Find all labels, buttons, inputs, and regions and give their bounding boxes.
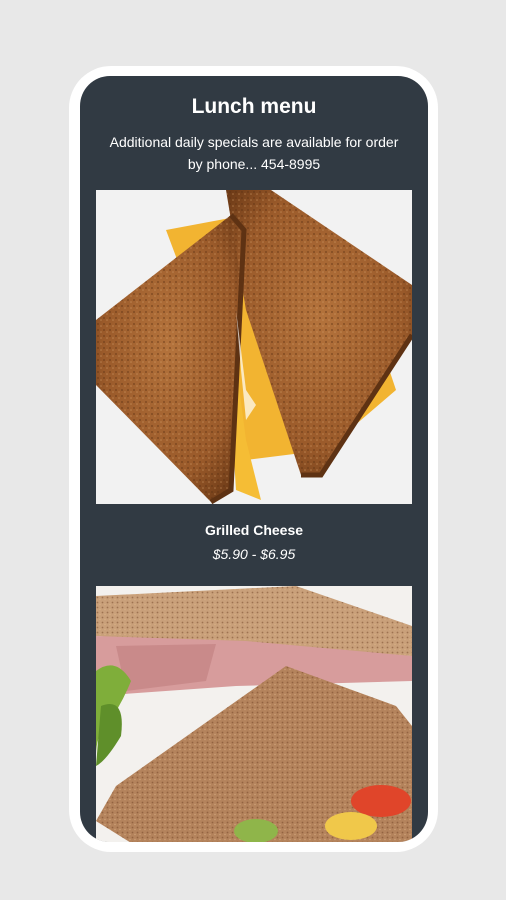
grilled-cheese-photo[interactable] bbox=[96, 190, 412, 504]
phone-frame: Lunch menu Additional daily specials are… bbox=[69, 66, 438, 852]
page-title: Lunch menu bbox=[191, 95, 317, 118]
item-name: Grilled Cheese bbox=[204, 522, 304, 538]
page-subtitle: Additional daily specials are available … bbox=[109, 134, 399, 172]
ham-sandwich-photo[interactable] bbox=[96, 586, 412, 842]
app-screen: Lunch menu Additional daily specials are… bbox=[80, 76, 428, 842]
item-price: $5.90 - $6.95 bbox=[212, 546, 296, 562]
